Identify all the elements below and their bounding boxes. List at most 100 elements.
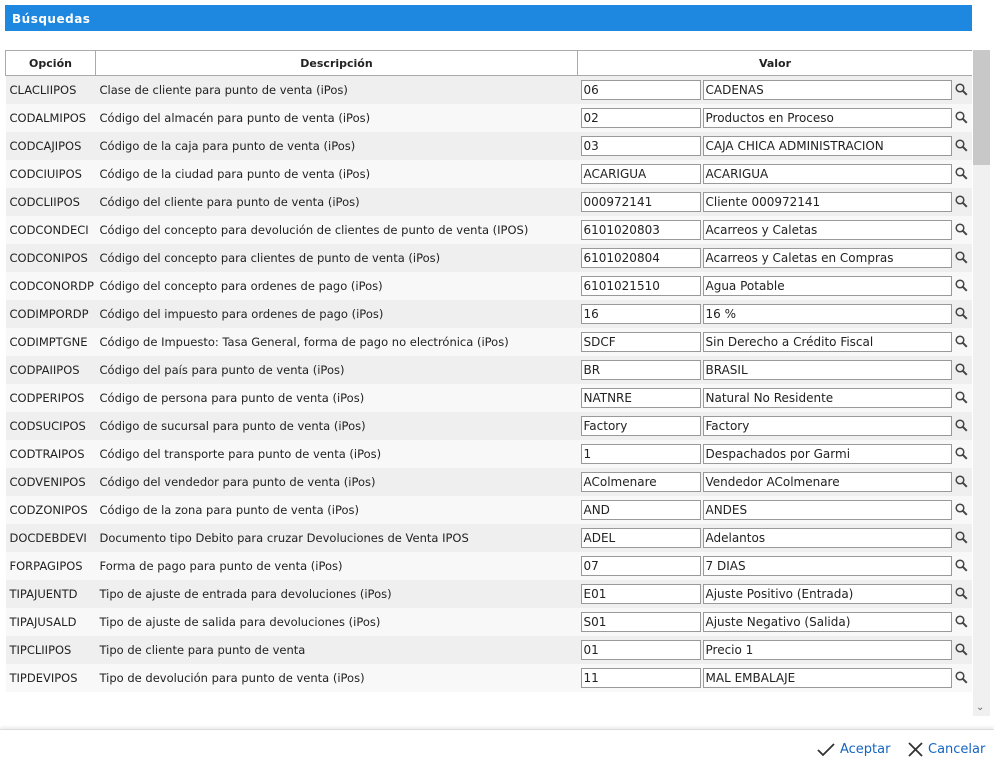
value-code-input[interactable]: Factory bbox=[580, 415, 701, 436]
option-cell: CODCLIIPOS bbox=[5, 187, 96, 216]
table-row: CODCONORDP Código del concepto para orde… bbox=[5, 271, 972, 300]
search-icon[interactable] bbox=[952, 640, 972, 660]
description-cell: Código de la ciudad para punto de venta … bbox=[95, 159, 578, 188]
value-code-input[interactable]: 6101020803 bbox=[580, 219, 701, 240]
description-cell: Código de la caja para punto de venta (i… bbox=[95, 131, 578, 160]
value-code-input[interactable]: E01 bbox=[580, 583, 701, 604]
value-name-input[interactable]: Natural No Residente bbox=[702, 387, 952, 408]
description-cell: Tipo de devolución para punto de venta (… bbox=[95, 663, 578, 692]
value-code-input[interactable]: 07 bbox=[580, 555, 701, 576]
value-code-input[interactable]: 6101020804 bbox=[580, 247, 701, 268]
option-cell: CLACLIIPOS bbox=[5, 75, 96, 104]
value-name-input[interactable]: Despachados por Garmi bbox=[702, 443, 952, 464]
value-code-input[interactable]: 02 bbox=[580, 107, 701, 128]
value-name-input[interactable]: Sin Derecho a Crédito Fiscal bbox=[702, 331, 952, 352]
search-icon[interactable] bbox=[952, 612, 972, 632]
search-icon[interactable] bbox=[952, 388, 972, 408]
search-icon[interactable] bbox=[952, 360, 972, 380]
description-cell: Forma de pago para punto de venta (iPos) bbox=[95, 551, 578, 580]
search-icon[interactable] bbox=[952, 556, 972, 576]
search-icon[interactable] bbox=[952, 472, 972, 492]
value-code-input[interactable]: AColmenare bbox=[580, 471, 701, 492]
value-code-input[interactable]: ACARIGUA bbox=[580, 163, 701, 184]
search-icon[interactable] bbox=[952, 248, 972, 268]
value-code-input[interactable]: ADEL bbox=[580, 527, 701, 548]
dialog-title: Búsquedas bbox=[5, 5, 972, 31]
search-icon[interactable] bbox=[952, 528, 972, 548]
value-code-input[interactable]: 01 bbox=[580, 639, 701, 660]
value-name-input[interactable]: Adelantos bbox=[702, 527, 952, 548]
description-cell: Código del impuesto para ordenes de pago… bbox=[95, 299, 578, 328]
value-code-input[interactable]: 06 bbox=[580, 79, 701, 100]
description-cell: Código del cliente para punto de venta (… bbox=[95, 187, 578, 216]
scroll-down-icon[interactable]: ⌄ bbox=[976, 702, 984, 713]
value-code-input[interactable]: S01 bbox=[580, 611, 701, 632]
value-cell: 11 MAL EMBALAJE bbox=[577, 663, 972, 692]
scrollbar-thumb[interactable] bbox=[973, 50, 990, 165]
table-row: TIPAJUENTD Tipo de ajuste de entrada par… bbox=[5, 579, 972, 608]
option-cell: CODALMIPOS bbox=[5, 103, 96, 132]
value-name-input[interactable]: ANDES bbox=[702, 499, 952, 520]
value-name-input[interactable]: Ajuste Negativo (Salida) bbox=[702, 611, 952, 632]
search-icon[interactable] bbox=[952, 500, 972, 520]
search-icon[interactable] bbox=[952, 136, 972, 156]
value-code-input[interactable]: 6101021510 bbox=[580, 275, 701, 296]
table-row: TIPAJUSALD Tipo de ajuste de salida para… bbox=[5, 607, 972, 636]
value-name-input[interactable]: ACARIGUA bbox=[702, 163, 952, 184]
value-name-input[interactable]: Precio 1 bbox=[702, 639, 952, 660]
option-cell: TIPDEVIPOS bbox=[5, 663, 96, 692]
value-code-input[interactable]: 000972141 bbox=[580, 191, 701, 212]
search-icon[interactable] bbox=[952, 332, 972, 352]
value-name-input[interactable]: 7 DIAS bbox=[702, 555, 952, 576]
option-cell: CODPERIPOS bbox=[5, 383, 96, 412]
search-icon[interactable] bbox=[952, 584, 972, 604]
description-cell: Tipo de cliente para punto de venta bbox=[95, 635, 578, 664]
close-icon bbox=[908, 742, 923, 757]
value-name-input[interactable]: CADENAS bbox=[702, 79, 952, 100]
value-name-input[interactable]: 16 % bbox=[702, 303, 952, 324]
value-cell: S01 Ajuste Negativo (Salida) bbox=[577, 607, 972, 636]
search-icon[interactable] bbox=[952, 304, 972, 324]
value-code-input[interactable]: 1 bbox=[580, 443, 701, 464]
value-code-input[interactable]: AND bbox=[580, 499, 701, 520]
value-name-input[interactable]: Acarreos y Caletas en Compras bbox=[702, 247, 952, 268]
search-icon[interactable] bbox=[952, 276, 972, 296]
value-name-input[interactable]: Productos en Proceso bbox=[702, 107, 952, 128]
search-icon[interactable] bbox=[952, 444, 972, 464]
value-code-input[interactable]: 16 bbox=[580, 303, 701, 324]
value-name-input[interactable]: CAJA CHICA ADMINISTRACION bbox=[702, 135, 952, 156]
table-row: FORPAGIPOS Forma de pago para punto de v… bbox=[5, 551, 972, 580]
search-icon[interactable] bbox=[952, 416, 972, 436]
vertical-scrollbar[interactable]: ⌄ bbox=[973, 50, 990, 716]
value-name-input[interactable]: MAL EMBALAJE bbox=[702, 667, 952, 688]
cancel-button[interactable]: Cancelar bbox=[908, 742, 985, 757]
search-icon[interactable] bbox=[952, 192, 972, 212]
table-row: CODVENIPOS Código del vendedor para punt… bbox=[5, 467, 972, 496]
value-name-input[interactable]: Agua Potable bbox=[702, 275, 952, 296]
value-code-input[interactable]: 03 bbox=[580, 135, 701, 156]
value-cell: NATNRE Natural No Residente bbox=[577, 383, 972, 412]
option-cell: CODIMPORDP bbox=[5, 299, 96, 328]
value-name-input[interactable]: Ajuste Positivo (Entrada) bbox=[702, 583, 952, 604]
value-cell: 6101021510 Agua Potable bbox=[577, 271, 972, 300]
accept-button[interactable]: Aceptar bbox=[817, 742, 890, 757]
value-name-input[interactable]: BRASIL bbox=[702, 359, 952, 380]
search-icon[interactable] bbox=[952, 164, 972, 184]
search-icon[interactable] bbox=[952, 80, 972, 100]
value-cell: 03 CAJA CHICA ADMINISTRACION bbox=[577, 131, 972, 160]
value-name-input[interactable]: Cliente 000972141 bbox=[702, 191, 952, 212]
search-icon[interactable] bbox=[952, 668, 972, 688]
search-icon[interactable] bbox=[952, 220, 972, 240]
table-row: TIPCLIIPOS Tipo de cliente para punto de… bbox=[5, 635, 972, 664]
value-code-input[interactable]: BR bbox=[580, 359, 701, 380]
value-code-input[interactable]: 11 bbox=[580, 667, 701, 688]
value-code-input[interactable]: SDCF bbox=[580, 331, 701, 352]
search-icon[interactable] bbox=[952, 108, 972, 128]
value-name-input[interactable]: Vendedor AColmenare bbox=[702, 471, 952, 492]
table-row: CODCAJIPOS Código de la caja para punto … bbox=[5, 131, 972, 160]
value-code-input[interactable]: NATNRE bbox=[580, 387, 701, 408]
searches-table-container: Opción Descripción Valor CLACLIIPOS Clas… bbox=[5, 50, 972, 716]
value-name-input[interactable]: Factory bbox=[702, 415, 952, 436]
value-name-input[interactable]: Acarreos y Caletas bbox=[702, 219, 952, 240]
value-cell: AND ANDES bbox=[577, 495, 972, 524]
